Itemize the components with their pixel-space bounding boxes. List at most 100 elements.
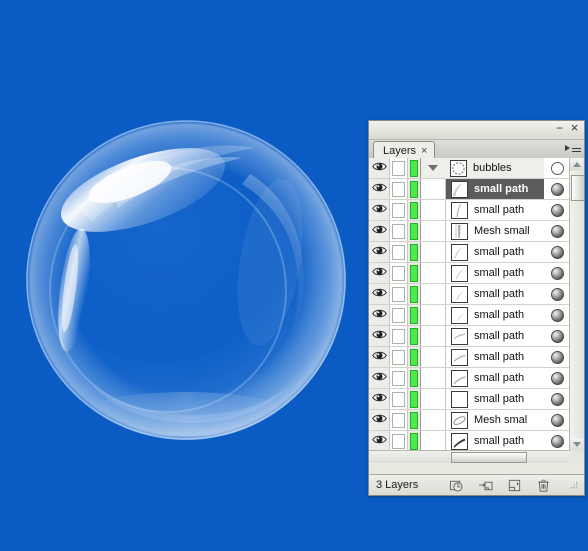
lock-toggle[interactable] [390, 305, 408, 325]
lock-toggle[interactable] [390, 158, 408, 178]
layer-name-cell[interactable]: small path [446, 179, 544, 199]
layer-name-cell[interactable]: Mesh smal [446, 410, 544, 430]
trash-icon[interactable] [536, 478, 551, 493]
layer-target-indicator[interactable] [544, 347, 570, 367]
layer-row[interactable]: bubbles [369, 158, 570, 179]
minimize-icon[interactable]: − [553, 122, 566, 135]
visibility-toggle[interactable] [369, 221, 390, 241]
layer-name-cell[interactable]: small path [446, 368, 544, 388]
layer-target-indicator[interactable] [544, 284, 570, 304]
visibility-toggle[interactable] [369, 305, 390, 325]
panel-menu-icon[interactable] [565, 142, 581, 156]
layer-row[interactable]: small path [369, 284, 570, 305]
layer-row[interactable]: small path [369, 326, 570, 347]
layers-list[interactable]: bubbles small path small path Mesh small sma… [369, 158, 570, 451]
vertical-scrollbar-thumb[interactable] [571, 175, 584, 201]
horizontal-scrollbar[interactable] [369, 450, 570, 463]
layer-row[interactable]: Mesh small [369, 221, 570, 242]
lock-toggle[interactable] [390, 242, 408, 262]
layer-row[interactable]: small path [369, 305, 570, 326]
layer-row[interactable]: small path [369, 389, 570, 410]
layer-row[interactable]: small path [369, 200, 570, 221]
visibility-toggle[interactable] [369, 284, 390, 304]
layer-row[interactable]: Mesh smal [369, 410, 570, 431]
vertical-scrollbar[interactable] [569, 158, 584, 451]
target-circle-icon[interactable] [550, 329, 564, 343]
horizontal-scrollbar-thumb[interactable] [451, 452, 527, 463]
lock-toggle[interactable] [390, 389, 408, 409]
layer-name-cell[interactable]: Mesh small [446, 221, 544, 241]
new-sublayer-icon[interactable] [478, 478, 493, 493]
layer-name-cell[interactable]: small path [446, 305, 544, 325]
layer-target-indicator[interactable] [544, 242, 570, 262]
lock-toggle[interactable] [390, 368, 408, 388]
layer-target-indicator[interactable] [544, 263, 570, 283]
lock-toggle[interactable] [390, 326, 408, 346]
layer-name-cell[interactable]: small path [446, 242, 544, 262]
layer-target-indicator[interactable] [544, 368, 570, 388]
target-circle-icon[interactable] [550, 392, 564, 406]
target-circle-icon[interactable] [550, 161, 564, 175]
target-circle-icon[interactable] [550, 287, 564, 301]
layer-row[interactable]: small path [369, 263, 570, 284]
layer-target-indicator[interactable] [544, 326, 570, 346]
visibility-toggle[interactable] [369, 431, 390, 451]
visibility-toggle[interactable] [369, 410, 390, 430]
layer-name-cell[interactable]: small path [446, 431, 544, 451]
target-circle-icon[interactable] [550, 224, 564, 238]
lock-toggle[interactable] [390, 410, 408, 430]
lock-toggle[interactable] [390, 263, 408, 283]
layer-row[interactable]: small path [369, 347, 570, 368]
clipping-mask-icon[interactable] [449, 478, 464, 493]
target-circle-icon[interactable] [550, 245, 564, 259]
layer-name-cell[interactable]: small path [446, 347, 544, 367]
disclosure-cell[interactable] [421, 158, 445, 178]
lock-toggle[interactable] [390, 221, 408, 241]
lock-toggle[interactable] [390, 200, 408, 220]
target-circle-icon[interactable] [550, 182, 564, 196]
scroll-up-arrow-icon[interactable] [570, 158, 583, 171]
layer-target-indicator[interactable] [544, 200, 570, 220]
lock-toggle[interactable] [390, 347, 408, 367]
target-circle-icon[interactable] [550, 350, 564, 364]
resize-grip-icon[interactable] [569, 481, 578, 490]
panel-titlebar[interactable]: − × [369, 121, 584, 140]
layer-name-cell[interactable]: small path [446, 389, 544, 409]
layers-list-container[interactable]: bubbles small path small path Mesh small sma… [369, 158, 584, 463]
layers-panel[interactable]: − × Layers × bubbles small path small path… [368, 120, 585, 496]
layer-target-indicator[interactable] [544, 389, 570, 409]
layer-name-cell[interactable]: small path [446, 263, 544, 283]
layer-row[interactable]: small path [369, 242, 570, 263]
layer-row[interactable]: small path [369, 431, 570, 451]
target-circle-icon[interactable] [550, 371, 564, 385]
lock-toggle[interactable] [390, 284, 408, 304]
target-circle-icon[interactable] [550, 266, 564, 280]
visibility-toggle[interactable] [369, 179, 390, 199]
layer-name-cell[interactable]: small path [446, 326, 544, 346]
layer-row[interactable]: small path [369, 368, 570, 389]
visibility-toggle[interactable] [369, 347, 390, 367]
layer-target-indicator[interactable] [544, 158, 570, 178]
scroll-down-arrow-icon[interactable] [570, 438, 583, 451]
layer-target-indicator[interactable] [544, 431, 570, 451]
layer-target-indicator[interactable] [544, 410, 570, 430]
disclosure-triangle-icon[interactable] [428, 165, 438, 171]
layer-name-cell[interactable]: small path [446, 284, 544, 304]
visibility-toggle[interactable] [369, 263, 390, 283]
layer-row[interactable]: small path [369, 179, 570, 200]
lock-toggle[interactable] [390, 179, 408, 199]
close-icon[interactable]: × [568, 121, 581, 135]
visibility-toggle[interactable] [369, 368, 390, 388]
layer-target-indicator[interactable] [544, 221, 570, 241]
target-circle-icon[interactable] [550, 308, 564, 322]
target-circle-icon[interactable] [550, 413, 564, 427]
target-circle-icon[interactable] [550, 203, 564, 217]
visibility-toggle[interactable] [369, 389, 390, 409]
visibility-toggle[interactable] [369, 326, 390, 346]
new-layer-icon[interactable] [507, 478, 522, 493]
visibility-toggle[interactable] [369, 242, 390, 262]
layer-target-indicator[interactable] [544, 179, 570, 199]
layer-target-indicator[interactable] [544, 305, 570, 325]
target-circle-icon[interactable] [550, 434, 564, 448]
layer-name-cell[interactable]: small path [446, 200, 544, 220]
